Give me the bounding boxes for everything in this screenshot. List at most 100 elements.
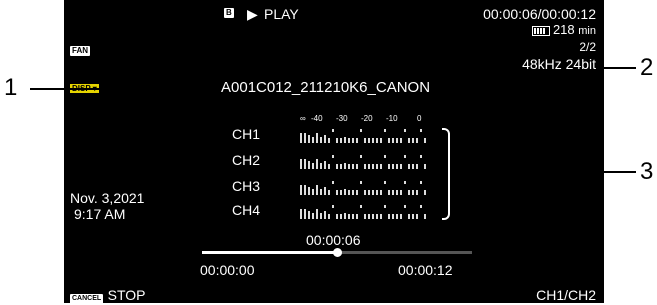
meter-segment xyxy=(408,138,410,143)
leader-line-1 xyxy=(30,88,218,90)
meter-segment xyxy=(400,138,402,143)
audio-meter-ch3 xyxy=(300,181,432,195)
meter-segment xyxy=(368,138,370,143)
meter-segment xyxy=(316,159,318,169)
meter-segment xyxy=(396,214,398,219)
meter-segment xyxy=(416,138,418,143)
meter-segment xyxy=(300,159,302,169)
meter-segment xyxy=(416,190,418,195)
meter-segment xyxy=(308,211,310,219)
meter-segment xyxy=(376,190,378,195)
channel-select[interactable]: CH1/CH2 xyxy=(536,287,596,303)
meter-segment xyxy=(344,189,346,195)
meter-segment xyxy=(300,209,302,219)
scale-label: -20 xyxy=(361,114,373,123)
channel-label-1: CH1 xyxy=(232,126,261,142)
meter-bracket xyxy=(442,128,450,220)
meter-segment xyxy=(324,161,326,169)
meter-segment xyxy=(376,164,378,169)
callout-3: 3 xyxy=(640,158,654,185)
meter-segment xyxy=(404,205,406,208)
meter-segment xyxy=(400,164,402,169)
meter-segment xyxy=(396,190,398,195)
meter-segment xyxy=(412,138,414,143)
mode-label: PLAY xyxy=(264,6,299,22)
meter-segment xyxy=(388,214,390,219)
scale-label: -10 xyxy=(386,114,398,123)
meter-segment xyxy=(400,190,402,195)
start-time: 00:00:00 xyxy=(200,262,255,278)
meter-segment xyxy=(312,213,314,219)
meter-segment xyxy=(308,135,310,143)
meter-segment xyxy=(400,214,402,219)
meter-segment xyxy=(388,138,390,143)
meter-segment xyxy=(312,189,314,195)
meter-segment xyxy=(392,138,394,143)
meter-segment xyxy=(392,164,394,169)
meter-segment xyxy=(372,164,374,169)
meter-segment xyxy=(364,138,366,143)
meter-segment xyxy=(408,164,410,169)
meter-segment xyxy=(388,190,390,195)
meter-segment xyxy=(312,163,314,169)
meter-segment xyxy=(424,214,426,219)
meter-segment xyxy=(384,205,386,208)
meter-segment xyxy=(348,164,350,169)
meter-segment xyxy=(312,137,314,143)
meter-segment xyxy=(336,214,338,219)
time: 9:17 AM xyxy=(74,206,126,222)
meter-segment xyxy=(352,190,354,195)
scale-label: -30 xyxy=(336,114,348,123)
meter-segment xyxy=(344,137,346,143)
meter-segment xyxy=(412,164,414,169)
meter-segment xyxy=(388,164,390,169)
meter-segment xyxy=(328,138,330,143)
clip-name: A001C012_211210K6_CANON xyxy=(221,79,431,96)
meter-segment xyxy=(420,129,422,132)
progress-track[interactable] xyxy=(202,248,472,257)
meter-segment xyxy=(360,205,362,208)
meter-segment xyxy=(376,214,378,219)
leader-line-3 xyxy=(452,171,636,173)
scale-label: 0 xyxy=(417,114,422,123)
meter-segment xyxy=(340,190,342,195)
meter-segment xyxy=(392,214,394,219)
meter-segment xyxy=(348,214,350,219)
meter-segment xyxy=(420,181,422,184)
leader-line-2 xyxy=(598,67,636,69)
meter-segment xyxy=(368,164,370,169)
meter-segment xyxy=(408,190,410,195)
meter-segment xyxy=(316,185,318,195)
stop-control[interactable]: CANCEL STOP xyxy=(70,287,146,305)
meter-segment xyxy=(308,161,310,169)
meter-segment xyxy=(404,155,406,158)
scale-label: ∞ xyxy=(300,114,306,123)
meter-segment xyxy=(368,190,370,195)
meter-segment xyxy=(408,214,410,219)
audio-meter-ch2 xyxy=(300,155,432,169)
meter-segment xyxy=(304,133,306,143)
audio-meter-ch1 xyxy=(300,129,432,143)
meter-segment xyxy=(336,164,338,169)
progress-handle[interactable] xyxy=(333,248,342,257)
meter-segment xyxy=(372,214,374,219)
meter-segment xyxy=(352,214,354,219)
meter-segment xyxy=(384,181,386,184)
audio-format: 48kHz 24bit xyxy=(522,56,596,72)
meter-segment xyxy=(328,214,330,219)
meter-segment xyxy=(364,164,366,169)
meter-segment xyxy=(380,138,382,143)
remaining-unit: min xyxy=(578,25,596,37)
date: Nov. 3,2021 xyxy=(70,190,145,206)
scale-label: -40 xyxy=(311,114,323,123)
meter-segment xyxy=(380,214,382,219)
meter-segment xyxy=(344,213,346,219)
meter-segment xyxy=(332,129,334,132)
meter-segment xyxy=(316,133,318,143)
meter-segment xyxy=(372,190,374,195)
meter-segment xyxy=(344,163,346,169)
meter-segment xyxy=(328,164,330,169)
meter-segment xyxy=(324,211,326,219)
meter-segment xyxy=(304,159,306,169)
channel-label-3: CH3 xyxy=(232,178,261,194)
